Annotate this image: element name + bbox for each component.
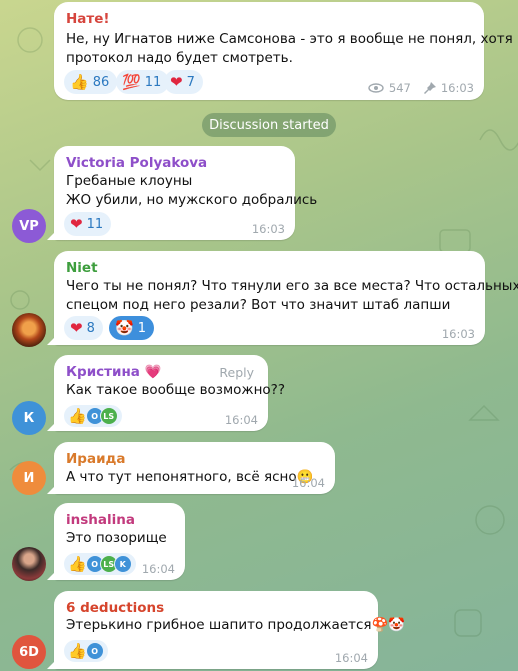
message-time: 16:03 (441, 327, 475, 341)
reaction-heart[interactable]: ❤ 8 (64, 316, 103, 340)
message-line-1: Это позорище (66, 530, 167, 546)
comment-inshalina[interactable]: inshalina Это позорище 👍 O LS K 16:04 (47, 503, 185, 580)
channel-post[interactable]: Нате! Не, ну Игнатов ниже Самсонова - эт… (54, 2, 513, 100)
thumbs-up-icon: 👍 (68, 407, 87, 425)
reaction-thumbs-up[interactable]: 👍 O (64, 640, 108, 662)
sender-name[interactable]: Victoria Polyakova (66, 155, 207, 171)
avatar[interactable] (12, 547, 46, 581)
reaction-heart[interactable]: ❤ 11 (64, 212, 112, 236)
reaction-count: 8 (86, 320, 95, 336)
view-count: 547 (388, 81, 411, 95)
reaction-thumbs-up[interactable]: 👍 O LS (64, 405, 122, 427)
post-text-line-2: протокол надо будет смотреть. (66, 50, 293, 66)
reactor-avatar: LS (99, 407, 118, 425)
reaction-count: 86 (92, 74, 110, 90)
message-line-1: Чего ты не понял? Что тянули его за все … (66, 278, 518, 294)
reaction-clown[interactable]: 🤡 1 (109, 316, 154, 340)
avatar[interactable]: К (12, 401, 46, 435)
post-time: 16:03 (440, 81, 474, 95)
thumbs-up-icon: 👍 (68, 642, 87, 660)
avatar[interactable]: VP (12, 209, 46, 243)
message-line-2: спецом под него резали? Вот что значит ш… (66, 297, 451, 313)
sender-name[interactable]: Ираида (66, 451, 126, 467)
reaction-hundred[interactable]: 💯 11 (116, 70, 170, 94)
avatar[interactable] (12, 313, 46, 347)
avatar[interactable]: 6D (12, 635, 46, 669)
reactor-avatar: O (85, 642, 104, 660)
reply-button[interactable]: Reply (219, 365, 254, 380)
message-time: 16:04 (334, 651, 368, 665)
message-line-1: Этерькино грибное шапито продолжается🍄🤡 (66, 617, 406, 633)
comment-niet[interactable]: Niet Чего ты не понял? Что тянули его за… (47, 251, 518, 345)
reactor-avatar: K (113, 555, 132, 573)
reaction-count: 11 (86, 216, 104, 232)
comment-kristina[interactable]: Кристина 💗 Reply Как такое вообще возмож… (47, 355, 285, 431)
message-time: 16:04 (291, 476, 325, 490)
message-line-1: Гребаные клоуны (66, 173, 193, 189)
comment-victoria[interactable]: Victoria Polyakova Гребаные клоуны ЖО уб… (47, 146, 317, 240)
heart-icon: ❤ (70, 318, 83, 337)
message-time: 16:04 (141, 562, 175, 576)
comment-iraida[interactable]: Ираида А что тут непонятного, всё ясно😬 … (47, 442, 335, 494)
message-time: 16:04 (224, 413, 258, 427)
heart-badge-icon: 💗 (144, 364, 162, 380)
comment-6-deductions[interactable]: 6 deductions Этерькино грибное шапито пр… (47, 591, 405, 669)
thumbs-up-icon: 👍 (68, 555, 87, 573)
thumbs-up-icon: 👍 (70, 72, 89, 91)
discussion-started-label: Discussion started (202, 113, 336, 137)
eye-icon (368, 83, 384, 93)
message-time: 16:03 (251, 222, 285, 236)
reaction-thumbs-up[interactable]: 👍 86 (64, 70, 118, 94)
reaction-heart[interactable]: ❤ 7 (164, 70, 203, 94)
reaction-count: 1 (137, 320, 146, 336)
heart-icon: ❤ (170, 72, 183, 91)
clown-icon: 🤡 (115, 318, 134, 337)
sender-name[interactable]: 6 deductions (66, 600, 164, 616)
sender-name[interactable]: Кристина 💗 (66, 364, 161, 380)
reaction-count: 11 (144, 74, 162, 90)
sender-name[interactable]: Niet (66, 260, 98, 276)
post-sender-name[interactable]: Нате! (66, 11, 110, 27)
message-line-2: ЖО убили, но мужского добрались (66, 192, 318, 208)
sender-name[interactable]: inshalina (66, 512, 135, 528)
pin-icon (423, 82, 436, 94)
message-line-1: Как такое вообще возможно?? (66, 382, 285, 398)
reaction-thumbs-up[interactable]: 👍 O LS K (64, 553, 136, 575)
heart-icon: ❤ (70, 214, 83, 233)
hundred-icon: 💯 (122, 72, 141, 91)
message-line-1: А что тут непонятного, всё ясно😬 (66, 469, 314, 485)
avatar[interactable]: И (12, 461, 46, 495)
reaction-count: 7 (186, 74, 195, 90)
post-text-line-1: Не, ну Игнатов ниже Самсонова - это я во… (66, 31, 513, 47)
sender-name-text: Кристина (66, 364, 140, 380)
